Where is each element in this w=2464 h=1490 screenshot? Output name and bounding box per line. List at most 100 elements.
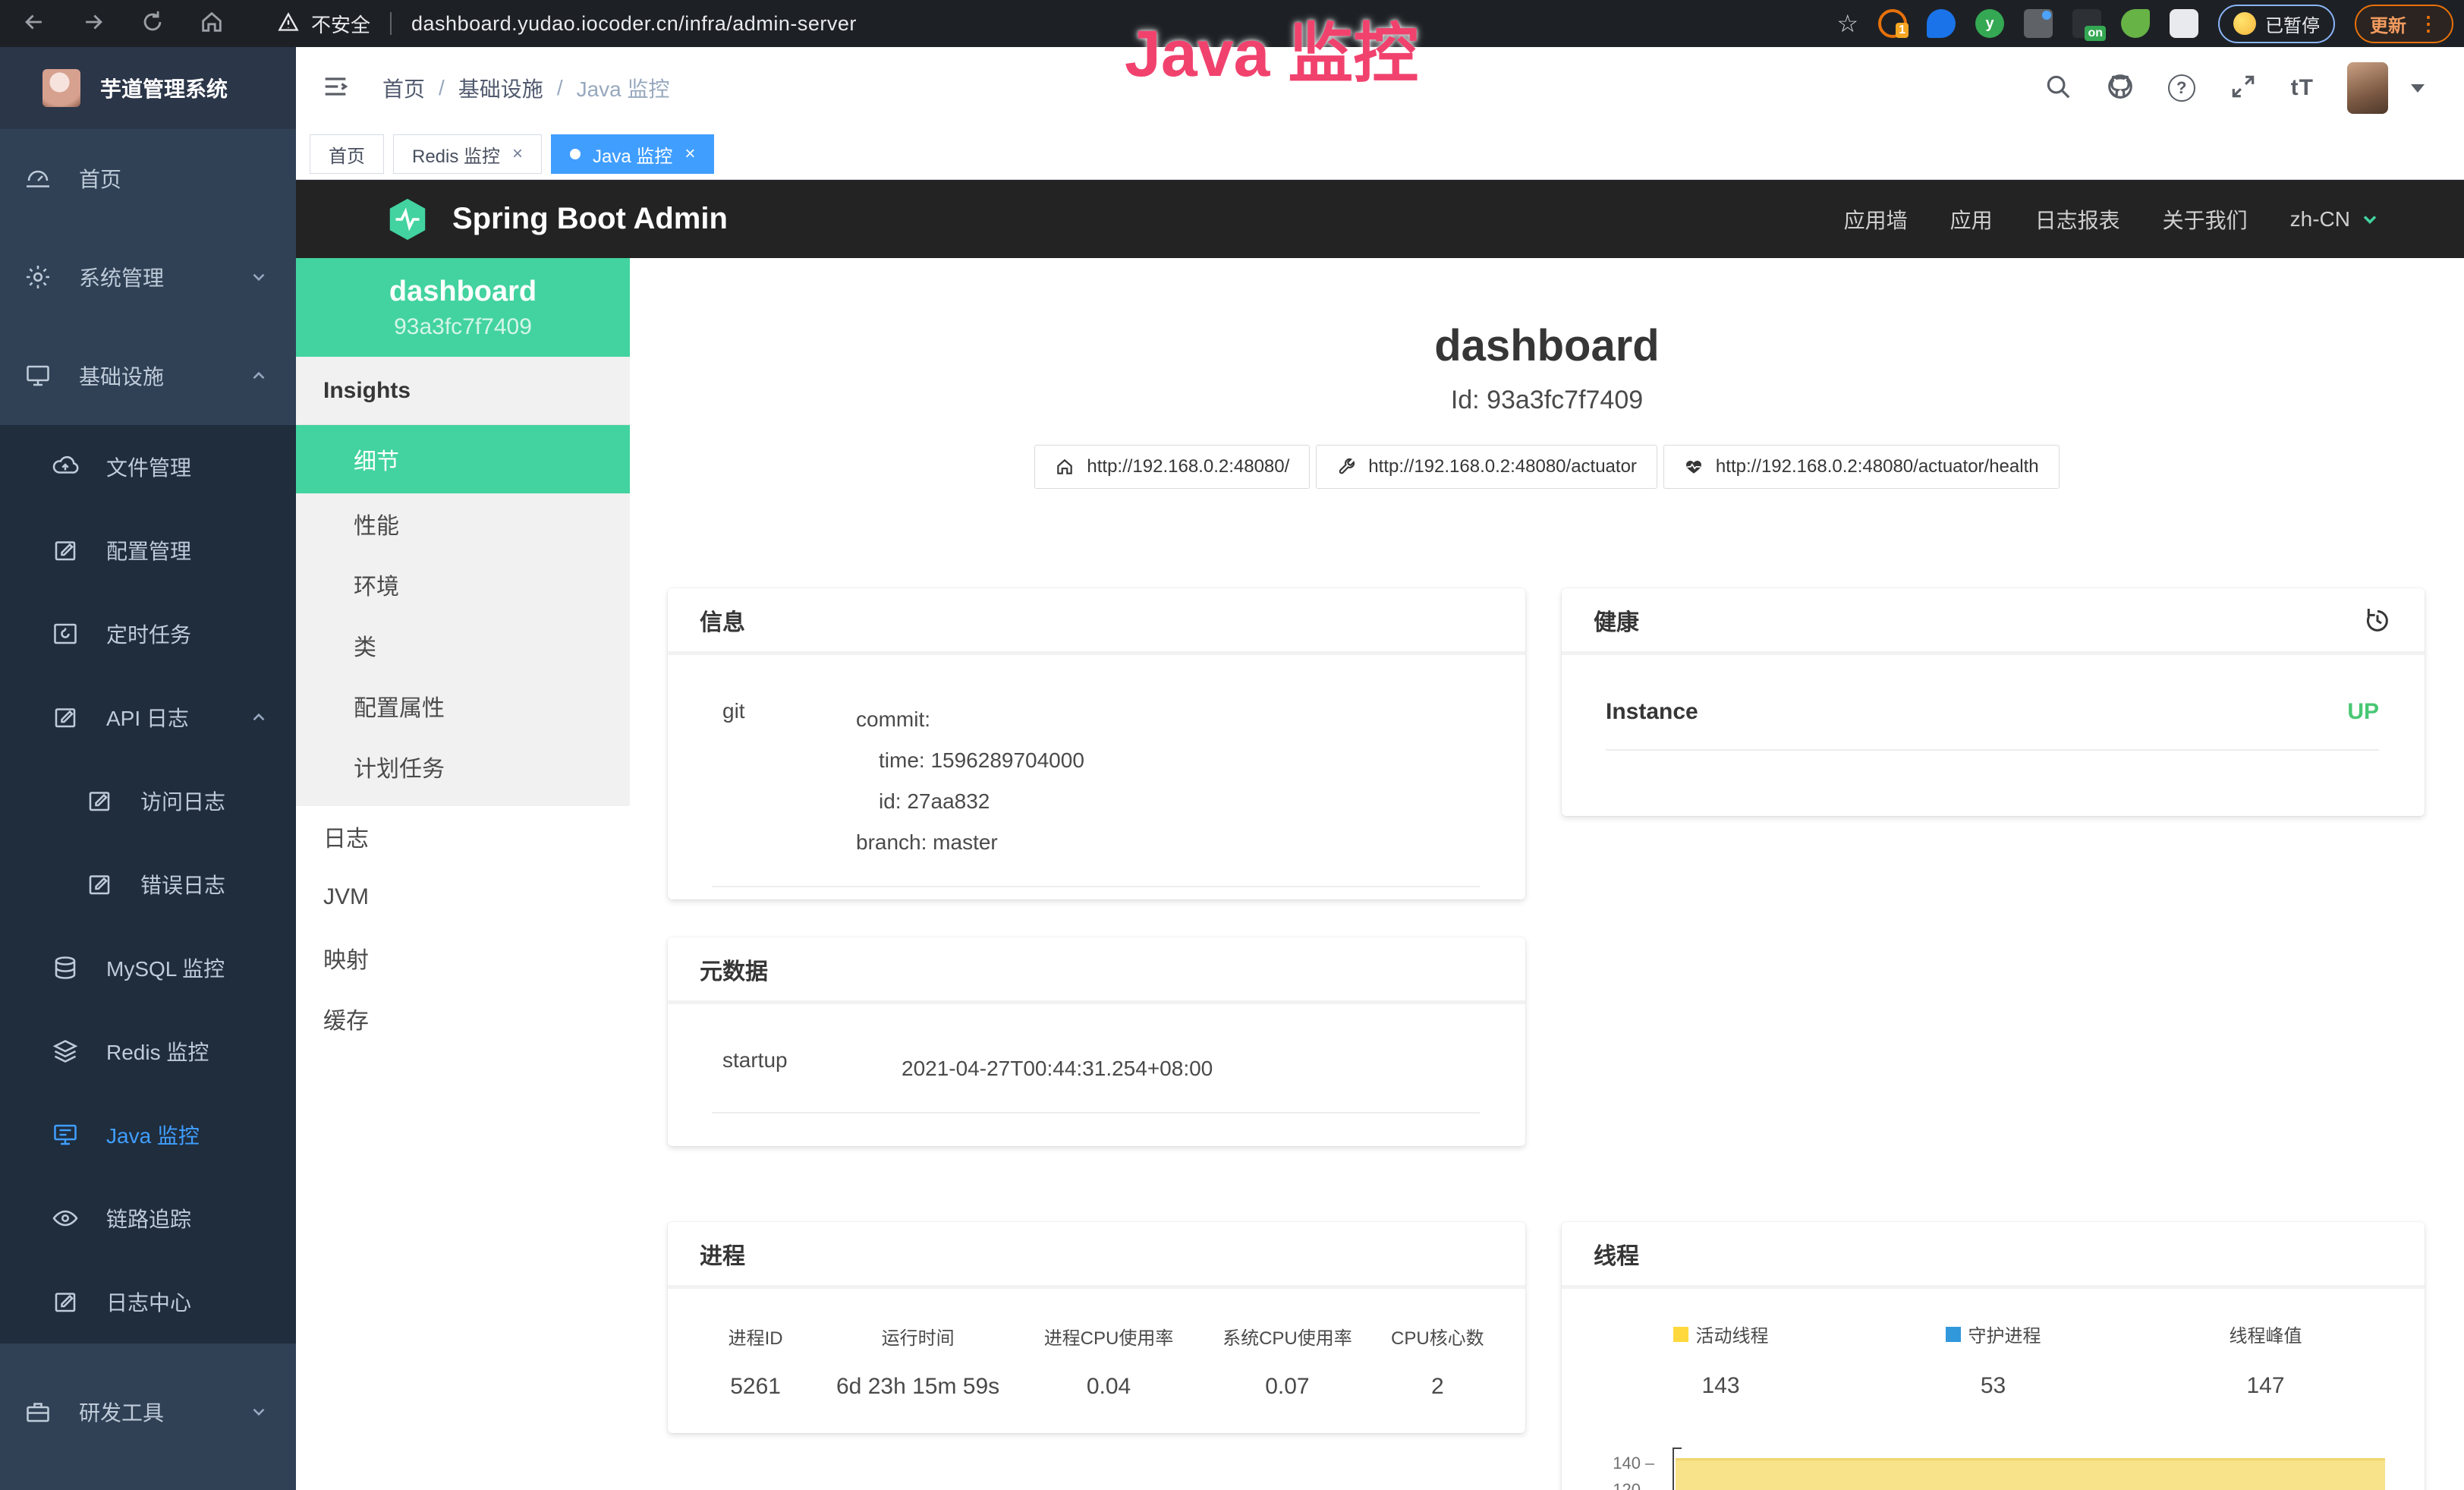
extension-switch-icon[interactable]: on — [2072, 9, 2101, 38]
update-button[interactable]: 更新 ⋮ — [2355, 5, 2453, 43]
metadata-value: 2021-04-27T00:44:31.254+08:00 — [902, 1048, 1480, 1089]
legend-live-threads: 活动线程 — [1584, 1321, 1857, 1347]
tab-active-dot — [570, 149, 581, 159]
sidebar-item-infra[interactable]: 基础设施 — [0, 326, 296, 425]
process-col-pid: 进程ID — [691, 1323, 820, 1350]
sba-hexagon-pulse-icon — [384, 196, 431, 243]
sba-item-details[interactable]: 细节 — [296, 425, 630, 493]
sba-item-config-props[interactable]: 配置属性 — [296, 676, 630, 736]
sidebar-item-redis[interactable]: Redis 监控 — [0, 1010, 296, 1093]
sidebar-item-api-log[interactable]: API 日志 — [0, 676, 296, 759]
sidebar-item-mysql[interactable]: MySQL 监控 — [0, 926, 296, 1010]
extensions-puzzle-icon[interactable] — [2170, 9, 2198, 38]
breadcrumb: 首页 / 基础设施 / Java 监控 — [382, 73, 670, 103]
search-icon[interactable] — [2044, 72, 2072, 105]
close-icon[interactable]: × — [512, 143, 523, 165]
info-card: 信息 git commit: time: 1596289704000 id: 2… — [668, 588, 1525, 899]
bookmark-star-icon[interactable]: ☆ — [1836, 9, 1858, 38]
sba-instance-header[interactable]: dashboard 93a3fc7f7409 — [296, 258, 630, 357]
sba-item-classes[interactable]: 类 — [296, 615, 630, 676]
fullscreen-icon[interactable] — [2229, 72, 2258, 105]
app-logo[interactable]: 芋道管理系统 — [0, 47, 296, 129]
tab-home[interactable]: 首页 — [310, 134, 384, 174]
sba-item-logs[interactable]: 日志 — [296, 806, 630, 867]
hamburger-icon[interactable] — [320, 71, 351, 106]
profile-paused-pill[interactable]: 已暂停 — [2218, 5, 2335, 43]
back-icon[interactable] — [21, 9, 47, 39]
url-text[interactable]: dashboard.yudao.iocoder.cn/infra/admin-s… — [411, 12, 857, 36]
process-card: 进程 进程ID 运行时间 进程CPU使用率 系统CPU使用率 CPU核心数 52… — [668, 1222, 1525, 1433]
user-menu-caret-icon[interactable] — [2411, 84, 2425, 93]
sba-nav-journal[interactable]: 日志报表 — [2035, 204, 2120, 235]
threads-card-body: 活动线程 守护进程 线程峰值 143 53 147 140 — [1562, 1289, 2425, 1490]
app-title: 芋道管理系统 — [100, 73, 228, 103]
process-card-header: 进程 — [668, 1222, 1525, 1289]
close-icon[interactable]: × — [684, 143, 695, 165]
sba-item-scheduled-tasks[interactable]: 计划任务 — [296, 736, 630, 797]
extension-colorzilla-icon[interactable]: 1 — [1878, 9, 1907, 38]
chevron-down-icon — [2359, 209, 2381, 230]
sba-nav-about[interactable]: 关于我们 — [2163, 204, 2248, 235]
sidebar-item-jobs[interactable]: 定时任务 — [0, 592, 296, 676]
legend-peak-threads: 线程峰值 — [2129, 1321, 2402, 1347]
breadcrumb-infra[interactable]: 基础设施 — [458, 73, 543, 103]
info-card-body: git commit: time: 1596289704000 id: 27aa… — [668, 655, 1525, 887]
home-icon[interactable] — [199, 9, 225, 39]
github-icon[interactable] — [2106, 72, 2135, 105]
sba-language-select[interactable]: zh-CN — [2290, 207, 2381, 232]
sidebar-item-home[interactable]: 首页 — [0, 129, 296, 228]
extension-pin-icon[interactable] — [1927, 9, 1956, 38]
breadcrumb-separator: / — [439, 76, 445, 100]
actuator-url-button[interactable]: http://192.168.0.2:48080/actuator — [1316, 445, 1657, 489]
user-avatar[interactable] — [2347, 62, 2388, 114]
info-key: git — [712, 699, 856, 863]
sidebar-item-config[interactable]: 配置管理 — [0, 509, 296, 592]
sidebar-item-error-log[interactable]: 错误日志 — [0, 843, 296, 926]
browser-menu-icon[interactable]: ⋮ — [2418, 12, 2438, 36]
log-edit-icon — [52, 704, 79, 731]
sba-item-caches[interactable]: 缓存 — [296, 988, 630, 1049]
sba-nav-applications[interactable]: 应用 — [1950, 204, 1993, 235]
health-card-header: 健康 — [1562, 588, 2425, 655]
health-url-button[interactable]: http://192.168.0.2:48080/actuator/health — [1663, 445, 2060, 489]
ytick-140: 140 — [1607, 1454, 1654, 1473]
sidebar-item-dev-tools[interactable]: 研发工具 — [0, 1362, 296, 1461]
help-icon[interactable]: ? — [2168, 74, 2195, 102]
tab-redis-monitor[interactable]: Redis 监控 × — [393, 134, 542, 174]
sba-nav: 应用墙 应用 日志报表 关于我们 zh-CN — [1844, 204, 2381, 235]
instance-links: http://192.168.0.2:48080/ http://192.168… — [630, 445, 2464, 489]
address-bar[interactable]: 不安全 dashboard.yudao.iocoder.cn/infra/adm… — [278, 10, 857, 38]
reload-icon[interactable] — [140, 9, 165, 39]
tabs-bar: 首页 Redis 监控 × Java 监控 × — [296, 129, 2464, 180]
extension-leaf-icon[interactable] — [2121, 9, 2150, 38]
info-row-git: git commit: time: 1596289704000 id: 27aa… — [712, 699, 1480, 887]
infra-submenu: 文件管理 配置管理 定时任务 API 日志 访问日志 错误日志 — [0, 425, 296, 1344]
sidebar-item-log-center[interactable]: 日志中心 — [0, 1260, 296, 1344]
forward-icon[interactable] — [80, 9, 106, 39]
sba-item-mappings[interactable]: 映射 — [296, 928, 630, 988]
sba-item-environment[interactable]: 环境 — [296, 554, 630, 615]
sidebar-item-files[interactable]: 文件管理 — [0, 425, 296, 509]
sba-item-metrics[interactable]: 性能 — [296, 493, 630, 554]
url-divider — [390, 12, 392, 35]
breadcrumb-home[interactable]: 首页 — [382, 73, 425, 103]
sidebar-item-access-log[interactable]: 访问日志 — [0, 759, 296, 843]
sba-item-jvm[interactable]: JVM — [296, 867, 630, 928]
metadata-card-body: startup 2021-04-27T00:44:31.254+08:00 — [668, 1004, 1525, 1114]
browser-nav — [21, 9, 225, 39]
sidebar-item-system[interactable]: 系统管理 — [0, 228, 296, 326]
profile-avatar-face — [2233, 12, 2256, 35]
sidebar-item-tracing[interactable]: 链路追踪 — [0, 1177, 296, 1260]
tab-java-monitor[interactable]: Java 监控 × — [551, 134, 714, 174]
sba-nav-wallboard[interactable]: 应用墙 — [1844, 204, 1908, 235]
extension-grid-icon[interactable] — [2024, 9, 2053, 38]
sidebar-item-java-monitor[interactable]: Java 监控 — [0, 1093, 296, 1177]
extension-y-icon[interactable]: y — [1975, 9, 2004, 38]
text-size-icon[interactable]: tT — [2291, 75, 2314, 101]
service-url-button[interactable]: http://192.168.0.2:48080/ — [1034, 445, 1310, 489]
gear-icon — [24, 263, 52, 291]
history-icon[interactable] — [2362, 605, 2393, 635]
eye-icon — [52, 1205, 79, 1232]
sba-logo[interactable]: Spring Boot Admin — [384, 196, 728, 243]
threads-card: 线程 活动线程 守护进程 线程峰值 143 — [1562, 1222, 2425, 1490]
